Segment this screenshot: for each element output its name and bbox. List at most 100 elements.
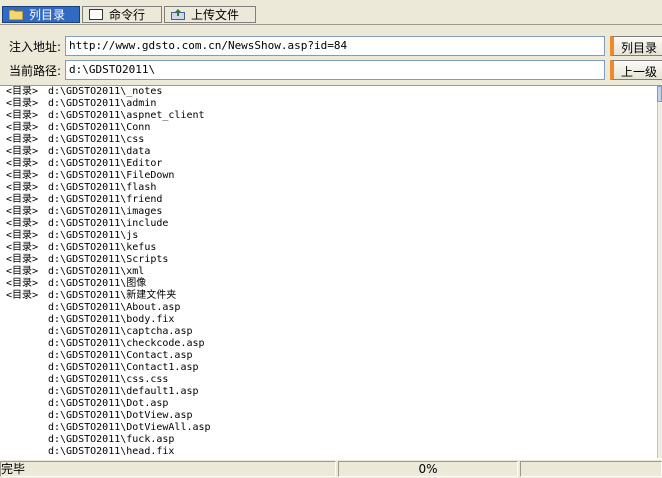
list-item-directory[interactable]: <目录> d:\GDSTO2011\friend (6, 194, 211, 206)
list-item-file[interactable]: d:\GDSTO2011\About.asp (6, 302, 211, 314)
list-item-file[interactable]: d:\GDSTO2011\body.fix (6, 314, 211, 326)
file-path: d:\GDSTO2011\head.fix (48, 446, 175, 457)
directory-path: d:\GDSTO2011\css (48, 134, 145, 145)
file-path: d:\GDSTO2011\checkcode.asp (48, 338, 205, 349)
list-item-file[interactable]: d:\GDSTO2011\default1.asp (6, 386, 211, 398)
listing-lines: <目录> d:\GDSTO2011\_notes <目录> d:\GDSTO2011\… (6, 86, 211, 458)
list-item-file[interactable]: d:\GDSTO2011\head.fix (6, 446, 211, 458)
directory-tag: <目录> (6, 242, 39, 253)
inject-url-input[interactable]: http://www.gdsto.com.cn/NewsShow.asp?id=… (65, 36, 605, 56)
list-item-directory[interactable]: <目录> d:\GDSTO2011\admin (6, 98, 211, 110)
directory-path: d:\GDSTO2011\admin (48, 98, 157, 109)
directory-tag: <目录> (6, 290, 39, 301)
inject-url-row: 注入地址: http://www.gdsto.com.cn/NewsShow.a… (0, 36, 662, 56)
list-item-directory[interactable]: <目录> d:\GDSTO2011\Conn (6, 122, 211, 134)
list-item-directory[interactable]: <目录> d:\GDSTO2011\data (6, 146, 211, 158)
list-item-directory[interactable]: <目录> d:\GDSTO2011\新建文件夹 (6, 290, 211, 302)
directory-tag: <目录> (6, 230, 39, 241)
status-bar: 完毕 0% (0, 459, 662, 478)
status-panel (520, 461, 662, 477)
list-item-file[interactable]: d:\GDSTO2011\DotView.asp (6, 410, 211, 422)
directory-tag: <目录> (6, 266, 39, 277)
tab-upload-file[interactable]: 上传文件 (164, 6, 256, 23)
tab-divider (0, 24, 662, 25)
directory-tag: <目录> (6, 170, 39, 181)
list-item-file[interactable]: d:\GDSTO2011\css.css (6, 374, 211, 386)
list-item-directory[interactable]: <目录> d:\GDSTO2011\kefus (6, 242, 211, 254)
directory-tag: <目录> (6, 278, 39, 289)
directory-path: d:\GDSTO2011\图像 (48, 278, 147, 289)
status-text: 完毕 (0, 461, 336, 477)
tab-label: 列目录 (29, 8, 66, 22)
file-path: d:\GDSTO2011\Dot.asp (48, 398, 169, 409)
tab-command-line[interactable]: 命令行 (82, 6, 162, 23)
directory-path: d:\GDSTO2011\data (48, 146, 151, 157)
file-path: d:\GDSTO2011\captcha.asp (48, 326, 193, 337)
list-item-directory[interactable]: <目录> d:\GDSTO2011\images (6, 206, 211, 218)
directory-tag: <目录> (6, 206, 39, 217)
inject-url-label: 注入地址: (9, 40, 62, 54)
file-path: d:\GDSTO2011\body.fix (48, 314, 175, 325)
file-path: d:\GDSTO2011\About.asp (48, 302, 181, 313)
directory-path: d:\GDSTO2011\Conn (48, 122, 151, 133)
directory-path: d:\GDSTO2011\flash (48, 182, 157, 193)
directory-path: d:\GDSTO2011\aspnet_client (48, 110, 205, 121)
directory-path: d:\GDSTO2011\xml (48, 266, 145, 277)
list-item-file[interactable]: d:\GDSTO2011\checkcode.asp (6, 338, 211, 350)
directory-tag: <目录> (6, 98, 39, 109)
listing-scrollbar[interactable] (657, 86, 662, 458)
directory-path: d:\GDSTO2011\images (48, 206, 163, 217)
tab-list-directory[interactable]: 列目录 (2, 6, 80, 23)
scrollbar-thumb[interactable] (657, 86, 662, 102)
list-item-directory[interactable]: <目录> d:\GDSTO2011\Editor (6, 158, 211, 170)
list-item-file[interactable]: d:\GDSTO2011\Contact.asp (6, 350, 211, 362)
list-item-directory[interactable]: <目录> d:\GDSTO2011\flash (6, 182, 211, 194)
list-item-directory[interactable]: <目录> d:\GDSTO2011\css (6, 134, 211, 146)
directory-tag: <目录> (6, 254, 39, 265)
directory-path: d:\GDSTO2011\include (48, 218, 169, 229)
directory-path: d:\GDSTO2011\新建文件夹 (48, 290, 177, 301)
directory-path: d:\GDSTO2011\kefus (48, 242, 157, 253)
directory-tag: <目录> (6, 134, 39, 145)
directory-tag: <目录> (6, 122, 39, 133)
file-path: d:\GDSTO2011\Contact1.asp (48, 362, 199, 373)
list-item-directory[interactable]: <目录> d:\GDSTO2011\_notes (6, 86, 211, 98)
list-item-directory[interactable]: <目录> d:\GDSTO2011\aspnet_client (6, 110, 211, 122)
file-path: d:\GDSTO2011\DotViewAll.asp (48, 422, 211, 433)
status-progress: 0% (338, 461, 518, 477)
directory-path: d:\GDSTO2011\_notes (48, 86, 163, 97)
list-item-file[interactable]: d:\GDSTO2011\captcha.asp (6, 326, 211, 338)
upload-icon (171, 9, 185, 20)
directory-tag: <目录> (6, 194, 39, 205)
directory-tag: <目录> (6, 218, 39, 229)
directory-tag: <目录> (6, 158, 39, 169)
list-item-directory[interactable]: <目录> d:\GDSTO2011\FileDown (6, 170, 211, 182)
directory-listing[interactable]: <目录> d:\GDSTO2011\_notes <目录> d:\GDSTO2011\… (0, 85, 662, 459)
directory-tag: <目录> (6, 86, 39, 97)
directory-tag: <目录> (6, 182, 39, 193)
file-path: d:\GDSTO2011\DotView.asp (48, 410, 193, 421)
directory-path: d:\GDSTO2011\js (48, 230, 139, 241)
list-item-file[interactable]: d:\GDSTO2011\Dot.asp (6, 398, 211, 410)
list-item-directory[interactable]: <目录> d:\GDSTO2011\图像 (6, 278, 211, 290)
directory-path: d:\GDSTO2011\FileDown (48, 170, 175, 181)
folder-icon (8, 9, 24, 21)
tab-label: 命令行 (109, 8, 146, 22)
current-path-row: 当前路径: d:\GDSTO2011\ 上一级 (0, 60, 662, 80)
parent-directory-button[interactable]: 上一级 (610, 60, 662, 80)
current-path-input[interactable]: d:\GDSTO2011\ (65, 60, 605, 80)
console-icon (89, 9, 103, 20)
list-directory-button[interactable]: 列目录 (610, 36, 662, 56)
file-path: d:\GDSTO2011\Contact.asp (48, 350, 193, 361)
list-item-file[interactable]: d:\GDSTO2011\fuck.asp (6, 434, 211, 446)
file-path: d:\GDSTO2011\css.css (48, 374, 169, 385)
list-item-file[interactable]: d:\GDSTO2011\DotViewAll.asp (6, 422, 211, 434)
directory-tag: <目录> (6, 110, 39, 121)
directory-path: d:\GDSTO2011\Scripts (48, 254, 169, 265)
list-item-directory[interactable]: <目录> d:\GDSTO2011\js (6, 230, 211, 242)
list-item-file[interactable]: d:\GDSTO2011\Contact1.asp (6, 362, 211, 374)
list-item-directory[interactable]: <目录> d:\GDSTO2011\Scripts (6, 254, 211, 266)
list-item-directory[interactable]: <目录> d:\GDSTO2011\include (6, 218, 211, 230)
tab-strip: 列目录 命令行 上传文件 (0, 0, 662, 25)
list-item-directory[interactable]: <目录> d:\GDSTO2011\xml (6, 266, 211, 278)
